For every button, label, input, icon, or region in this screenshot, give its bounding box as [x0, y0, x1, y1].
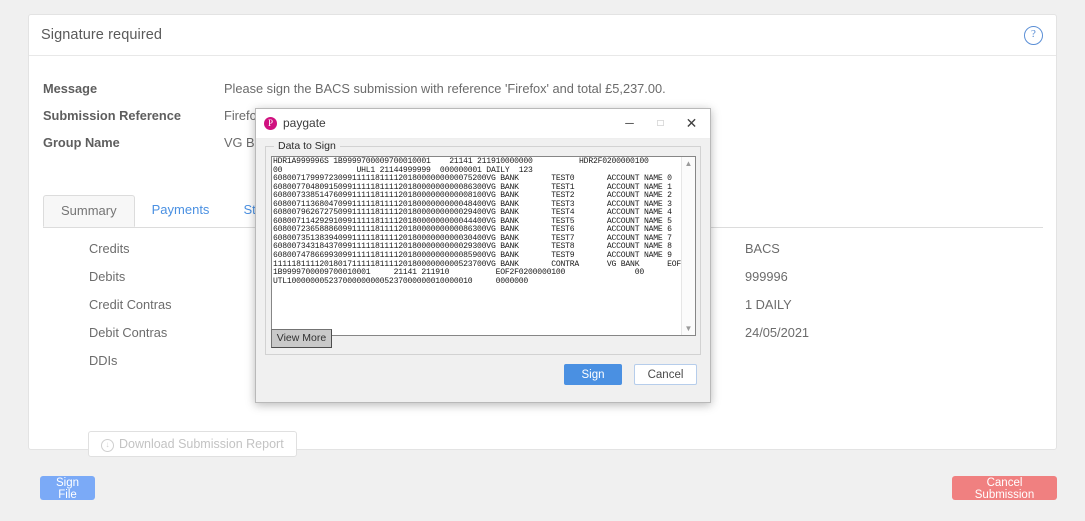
meta-value: Please sign the BACS submission with ref… [224, 81, 666, 96]
dialog-titlebar[interactable]: P paygate ─ □ ✕ [256, 109, 710, 139]
summary-label-ddis: DDIs [89, 353, 118, 368]
summary-label-credit-contras: Credit Contras [89, 297, 172, 312]
minimize-icon[interactable]: ─ [614, 109, 645, 138]
meta-row-message: Message Please sign the BACS submission … [43, 81, 1003, 108]
tab-payments[interactable]: Payments [135, 195, 227, 227]
scroll-up-icon[interactable]: ▲ [682, 158, 695, 169]
sign-button[interactable]: Sign [564, 364, 622, 385]
download-submission-report-label: Download Submission Report [119, 437, 284, 451]
data-to-sign-textarea[interactable]: HDR1A999996S 1B9999700009700010001 21141… [271, 156, 696, 336]
summary-value-right: 1 DAILY [745, 297, 792, 312]
meta-label: Submission Reference [43, 108, 181, 123]
tab-summary[interactable]: Summary [43, 195, 135, 227]
paygate-dialog: P paygate ─ □ ✕ Data to Sign HDR1A999996… [255, 108, 711, 403]
help-icon[interactable]: ? [1024, 26, 1043, 45]
summary-value-right: 24/05/2021 [745, 325, 810, 340]
summary-label-credits: Credits [89, 241, 130, 256]
dialog-title: paygate [283, 116, 326, 130]
paygate-logo-icon: P [264, 117, 277, 130]
cancel-button[interactable]: Cancel [634, 364, 697, 385]
summary-value-right: 999996 [745, 269, 788, 284]
meta-label: Group Name [43, 135, 120, 150]
download-circle-icon: ↓ [101, 439, 114, 452]
data-to-sign-content: HDR1A999996S 1B9999700009700010001 21141… [273, 157, 695, 286]
card-header: Signature required ? [29, 15, 1056, 56]
data-to-sign-legend: Data to Sign [274, 140, 340, 152]
data-to-sign-fieldset: Data to Sign HDR1A999996S 1B999970000970… [265, 140, 701, 355]
view-more-button[interactable]: View More [271, 329, 332, 348]
maximize-icon[interactable]: □ [645, 109, 676, 138]
data-to-sign-scrollbar[interactable]: ▲ ▼ [681, 157, 695, 335]
summary-value-right: BACS [745, 241, 780, 256]
sign-file-button[interactable]: Sign File [40, 476, 95, 501]
page-title: Signature required [41, 27, 163, 43]
summary-label-debit-contras: Debit Contras [89, 325, 168, 340]
action-bar: Sign File Cancel Submission [0, 466, 1085, 521]
cancel-submission-button[interactable]: Cancel Submission [952, 476, 1057, 501]
scroll-down-icon[interactable]: ▼ [682, 323, 695, 334]
summary-label-debits: Debits [89, 269, 126, 284]
meta-label: Message [43, 81, 98, 96]
close-icon[interactable]: ✕ [676, 109, 707, 138]
download-submission-report-button[interactable]: ↓ Download Submission Report [88, 431, 297, 457]
